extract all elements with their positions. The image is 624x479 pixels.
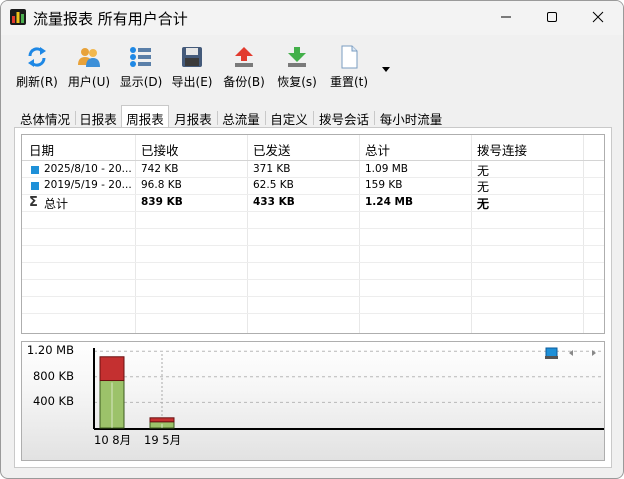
- cell-total: 159 KB: [365, 179, 403, 191]
- cell-sent: 62.5 KB: [253, 179, 294, 191]
- row-square-icon: [31, 166, 39, 174]
- display-list-icon: [130, 47, 151, 67]
- minimize-icon: [501, 16, 511, 18]
- header-underline: [22, 160, 604, 161]
- users-icon: [78, 48, 100, 67]
- cell-dial: 无: [477, 164, 490, 178]
- cell-date: 总计: [44, 197, 69, 211]
- backup-label: 备份(B): [223, 75, 265, 89]
- row-divider: [22, 194, 604, 195]
- row-divider: [22, 279, 604, 280]
- tab-daily[interactable]: 日报表: [77, 107, 119, 127]
- row-divider: [22, 296, 604, 297]
- tab-divider: [75, 111, 76, 125]
- app-icon: [10, 9, 26, 25]
- y-tick-label: 400 KB: [32, 394, 74, 409]
- tab-divider: [265, 111, 266, 125]
- cell-date: 2025/8/10 - 20...: [44, 163, 132, 175]
- tab-total-traffic[interactable]: 总流量: [219, 107, 263, 127]
- maximize-icon: [547, 12, 557, 22]
- x-tick-label: 10 8月: [94, 433, 132, 447]
- row-divider: [22, 211, 604, 212]
- row-square-icon: [31, 182, 39, 190]
- floppy-disk-icon: [182, 47, 202, 67]
- y-tick-label: 1.20 MB: [26, 343, 74, 358]
- document-icon: [341, 45, 358, 69]
- tab-weekly[interactable]: 周报表: [121, 105, 169, 128]
- x-tick-label: 19 5月: [144, 433, 182, 447]
- restore-button[interactable]: 恢复(s): [273, 39, 321, 95]
- column-header-date[interactable]: 日期: [29, 140, 54, 159]
- bar-segment-sent: [149, 417, 175, 423]
- tab-custom[interactable]: 自定义: [267, 107, 311, 127]
- column-header-sent[interactable]: 已发送: [253, 140, 291, 159]
- column-header-received[interactable]: 已接收: [141, 140, 179, 159]
- traffic-chart: 1.20 MB 800 KB 400 KB 10 8月 19 5月: [21, 341, 605, 461]
- minimize-button[interactable]: [483, 1, 529, 33]
- main-window: 流量报表 所有用户合计 刷新(R) 用户(U) 显示(D) 导出(E) 备份(B…: [0, 0, 624, 479]
- toolbar: 刷新(R) 用户(U) 显示(D) 导出(E) 备份(B) 恢复(s) 重置(t…: [1, 39, 623, 99]
- cell-sent: 371 KB: [253, 163, 291, 175]
- refresh-button[interactable]: 刷新(R): [13, 39, 61, 95]
- tab-monthly[interactable]: 月报表: [171, 107, 215, 127]
- download-arrow-icon: [288, 47, 306, 67]
- row-divider: [22, 177, 604, 178]
- display-button[interactable]: 显示(D): [117, 39, 165, 95]
- cell-received: 96.8 KB: [141, 179, 182, 191]
- report-tabs: 总体情况 日报表 周报表 月报表 总流量 自定义 拨号会话 每小时流量: [14, 105, 614, 128]
- maximize-button[interactable]: [529, 1, 575, 33]
- cell-dial: 无: [477, 180, 490, 194]
- column-divider: [247, 135, 248, 333]
- tab-divider: [374, 111, 375, 125]
- restore-label: 恢复(s): [277, 75, 317, 89]
- cell-received: 839 KB: [141, 196, 183, 208]
- row-divider: [22, 228, 604, 229]
- reset-label: 重置(t): [329, 75, 369, 89]
- refresh-icon: [28, 47, 46, 67]
- users-label: 用户(U): [67, 75, 111, 89]
- users-button[interactable]: 用户(U): [65, 39, 113, 95]
- traffic-table[interactable]: 日期 已接收 已发送 总计 拨号连接 2025/8/10 - 20... 742…: [21, 134, 605, 334]
- chevron-down-icon[interactable]: [381, 65, 391, 73]
- refresh-label: 刷新(R): [16, 75, 58, 89]
- reset-button[interactable]: 重置(t): [325, 39, 373, 95]
- column-header-dial[interactable]: 拨号连接: [477, 140, 527, 159]
- backup-button[interactable]: 备份(B): [220, 39, 268, 95]
- y-tick-label: 800 KB: [32, 368, 74, 383]
- column-header-total[interactable]: 总计: [365, 140, 390, 159]
- export-label: 导出(E): [171, 75, 213, 89]
- tab-hourly-traffic[interactable]: 每小时流量: [376, 107, 446, 127]
- cell-date: 2019/5/19 - 20...: [44, 179, 132, 191]
- close-icon: [592, 11, 604, 23]
- title-bar[interactable]: 流量报表 所有用户合计: [1, 1, 623, 35]
- column-divider: [359, 135, 360, 333]
- column-divider: [583, 135, 584, 333]
- display-label: 显示(D): [119, 75, 163, 89]
- sigma-icon: Σ: [29, 195, 38, 210]
- window-title: 流量报表 所有用户合计: [33, 10, 188, 28]
- column-divider: [135, 135, 136, 333]
- upload-arrow-icon: [235, 47, 253, 67]
- cell-total: 1.09 MB: [365, 163, 408, 175]
- tab-overview[interactable]: 总体情况: [17, 107, 73, 127]
- export-button[interactable]: 导出(E): [168, 39, 216, 95]
- legend-base: [545, 356, 558, 359]
- cell-received: 742 KB: [141, 163, 179, 175]
- bar-segment-sent: [99, 356, 125, 382]
- tab-divider: [313, 111, 314, 125]
- tab-dial-sessions[interactable]: 拨号会话: [316, 107, 372, 127]
- row-divider: [22, 313, 604, 314]
- cell-dial: 无: [477, 197, 490, 211]
- row-divider: [22, 245, 604, 246]
- close-button[interactable]: [575, 1, 621, 33]
- cell-sent: 433 KB: [253, 196, 295, 208]
- cell-total: 1.24 MB: [365, 196, 414, 208]
- row-divider: [22, 262, 604, 263]
- column-divider: [471, 135, 472, 333]
- tab-divider: [217, 111, 218, 125]
